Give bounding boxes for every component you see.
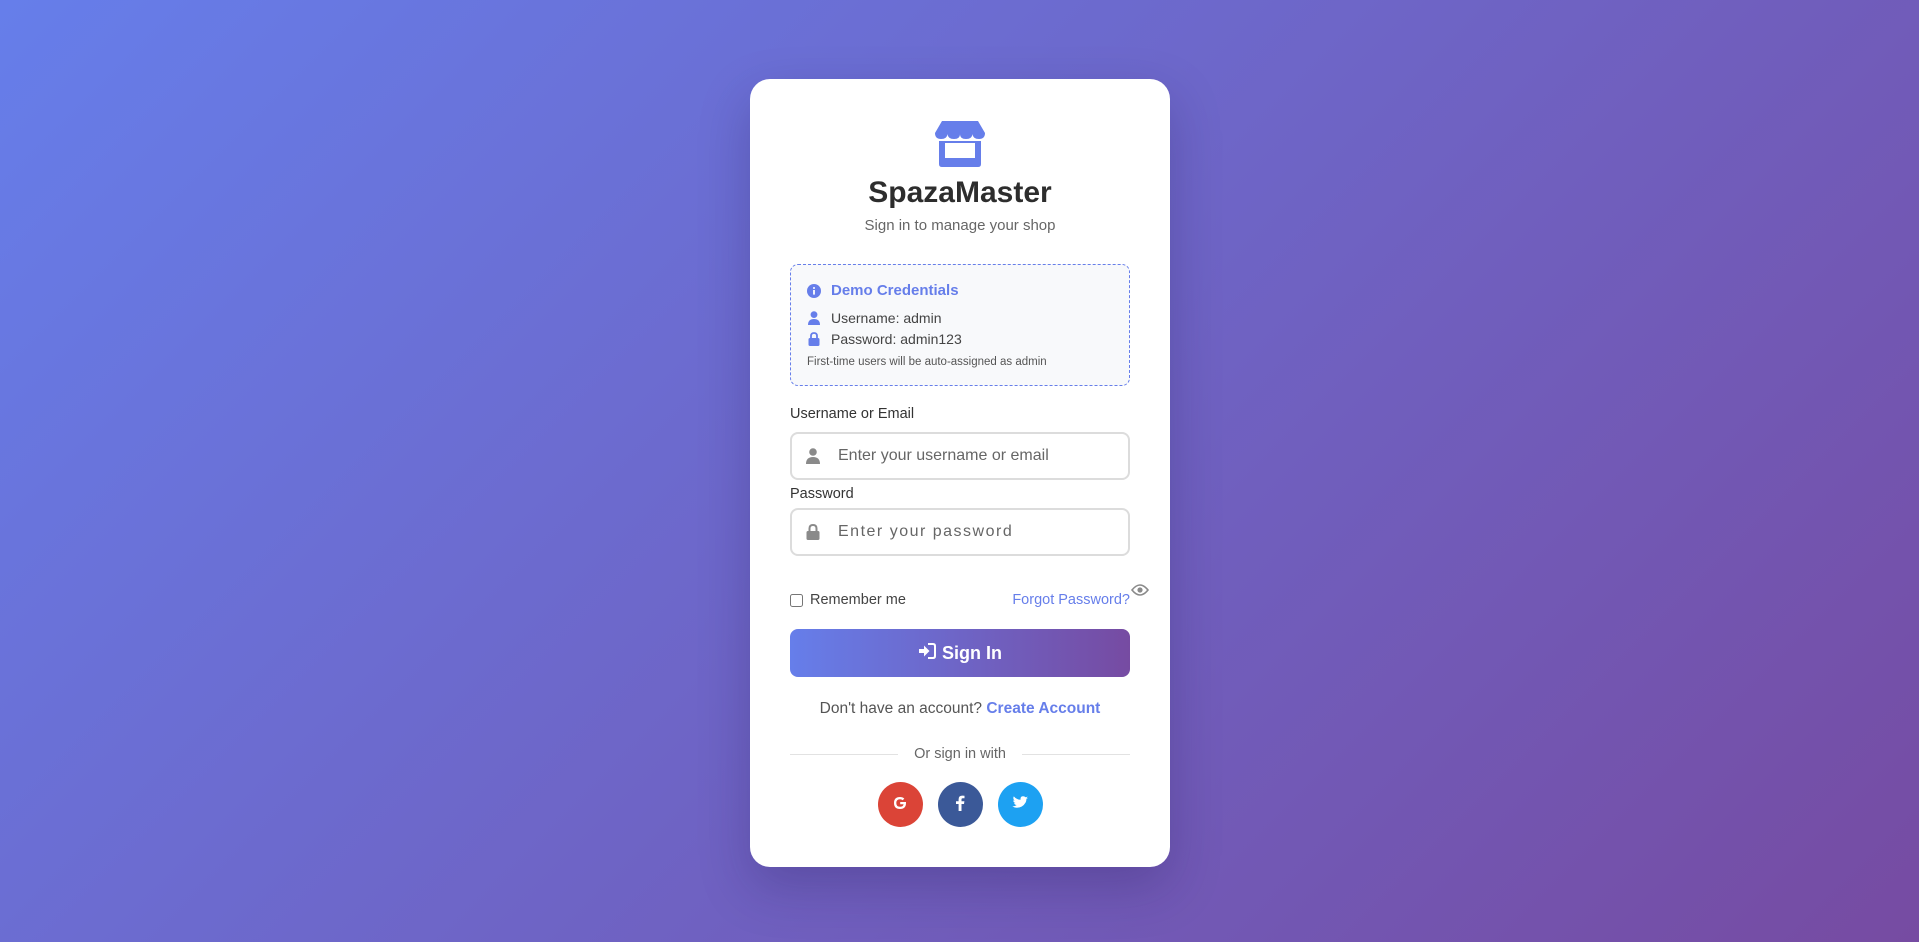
demo-credentials-box: Demo Credentials Username: admin Passwor… [790, 264, 1130, 386]
google-icon [892, 795, 908, 814]
login-card: SpazaMaster Sign in to manage your shop … [750, 79, 1170, 867]
username-field[interactable] [790, 432, 1130, 480]
demo-username: Username: admin [831, 309, 942, 326]
remember-me[interactable]: Remember me [790, 592, 906, 608]
divider-text: Or sign in with [914, 746, 1006, 762]
lock-icon [807, 331, 821, 346]
password-field[interactable] [790, 508, 1130, 556]
logo [750, 119, 1170, 167]
twitter-icon [1012, 796, 1028, 813]
demo-password: Password: admin123 [831, 330, 962, 347]
store-icon [934, 119, 986, 167]
google-button[interactable] [877, 782, 923, 827]
account-prompt: Don't have an account? [819, 700, 983, 717]
app-title: SpazaMaster [868, 176, 1052, 209]
username-label: Username or Email [790, 406, 915, 422]
divider-line [790, 753, 899, 755]
create-account-link[interactable]: Create Account [986, 700, 1100, 717]
forgot-password-link[interactable]: Forgot Password? [1012, 592, 1130, 608]
demo-title: Demo Credentials [831, 282, 959, 299]
sign-in-label: Sign In [942, 642, 1002, 663]
demo-username-row: Username: admin [807, 307, 1113, 328]
remember-label: Remember me [810, 592, 906, 608]
social-divider: Or sign in with [790, 744, 1130, 764]
twitter-button[interactable] [997, 782, 1043, 827]
demo-note: First-time users will be auto-assigned a… [807, 356, 1047, 368]
sign-in-button[interactable]: Sign In [790, 629, 1130, 677]
app-subtitle: Sign in to manage your shop [864, 217, 1056, 234]
create-account-line: Don't have an account? Create Account [750, 700, 1170, 718]
demo-password-row: Password: admin123 [807, 328, 1113, 349]
remember-checkbox[interactable] [790, 593, 803, 607]
demo-title-row: Demo Credentials [807, 280, 1113, 301]
social-buttons [750, 782, 1170, 827]
info-icon [807, 283, 821, 298]
eye-icon[interactable] [1130, 583, 1150, 597]
lock-icon [805, 524, 821, 540]
password-label: Password [790, 486, 854, 502]
user-icon [807, 310, 821, 325]
divider-line [1021, 753, 1130, 755]
user-icon [805, 448, 821, 464]
password-input[interactable] [838, 523, 1118, 541]
facebook-icon [955, 795, 965, 814]
sign-in-icon [918, 642, 936, 664]
username-input[interactable] [838, 447, 1118, 465]
facebook-button[interactable] [937, 782, 983, 827]
